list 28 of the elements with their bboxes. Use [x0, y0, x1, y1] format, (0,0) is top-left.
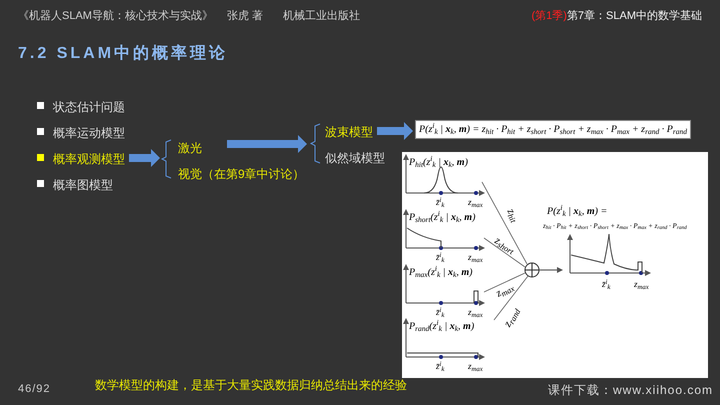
- footer-note: 数学模型的构建，是基于大量实践数据归纳总结出来的经验: [95, 377, 407, 394]
- download-link[interactable]: 课件下载：www.xiihoo.com: [548, 381, 714, 399]
- axis-label: z$_{max}$: [468, 308, 483, 317]
- axis-label: z$_{max}$: [468, 253, 483, 262]
- model-text: 波束模型: [325, 124, 373, 141]
- formula: P(z$^{i}$$_{k}$ | x$_{k}$, m) = z$_{hit}$ · P$_{hit}$ + z$_{short}$ · P$_{short}$ + z$_{max}$ · P$_{max}$ + z$_{rand}$ · P$_{rand}$: [415, 120, 692, 139]
- bullet-text: 概率观测模型: [53, 151, 125, 168]
- branch-text: 视觉（在第9章中讨论）: [178, 166, 305, 183]
- plot-label: P$_{short}$(z$^{i}$$_{k}$ | x$_{k}$, m): [409, 213, 476, 223]
- slide-title: 7.2 SLAM中的概率理论: [18, 43, 228, 64]
- plot-label: P$_{max}$(z$^{i}$$_{k}$ | x$_{k}$, m): [409, 268, 472, 278]
- publisher: 机械工业出版社: [283, 9, 360, 24]
- branch-text: 激光: [178, 140, 202, 157]
- bullet-text: 概率图模型: [53, 177, 113, 194]
- bullet-text: 概率运动模型: [53, 125, 125, 142]
- plot-label: P$_{rand}$(z$^{i}$$_{k}$ | x$_{k}$, m): [409, 322, 474, 332]
- bullet-text: 状态估计问题: [53, 99, 125, 116]
- book-title: 《机器人SLAM导航：核心技术与实战》: [18, 8, 213, 24]
- chapter-title: 第7章：SLAM中的数学基础: [566, 8, 702, 24]
- axis-label: z$_{max}$: [468, 198, 483, 207]
- axis-label: z$_{max}$: [634, 280, 649, 289]
- model-text: 似然域模型: [325, 150, 385, 167]
- season-label: (第1季): [531, 9, 567, 24]
- plot-label: P$_{hit}$(z$^{i}$$_{k}$ | x$_{k}$, m): [409, 158, 468, 168]
- page-number: 46/92: [18, 382, 51, 397]
- author: 张虎 著: [226, 8, 264, 24]
- axis-label: z$_{max}$: [468, 362, 483, 371]
- formula: P(z$^{i}$$_{k}$ | x$_{k}$, m) =: [547, 207, 608, 217]
